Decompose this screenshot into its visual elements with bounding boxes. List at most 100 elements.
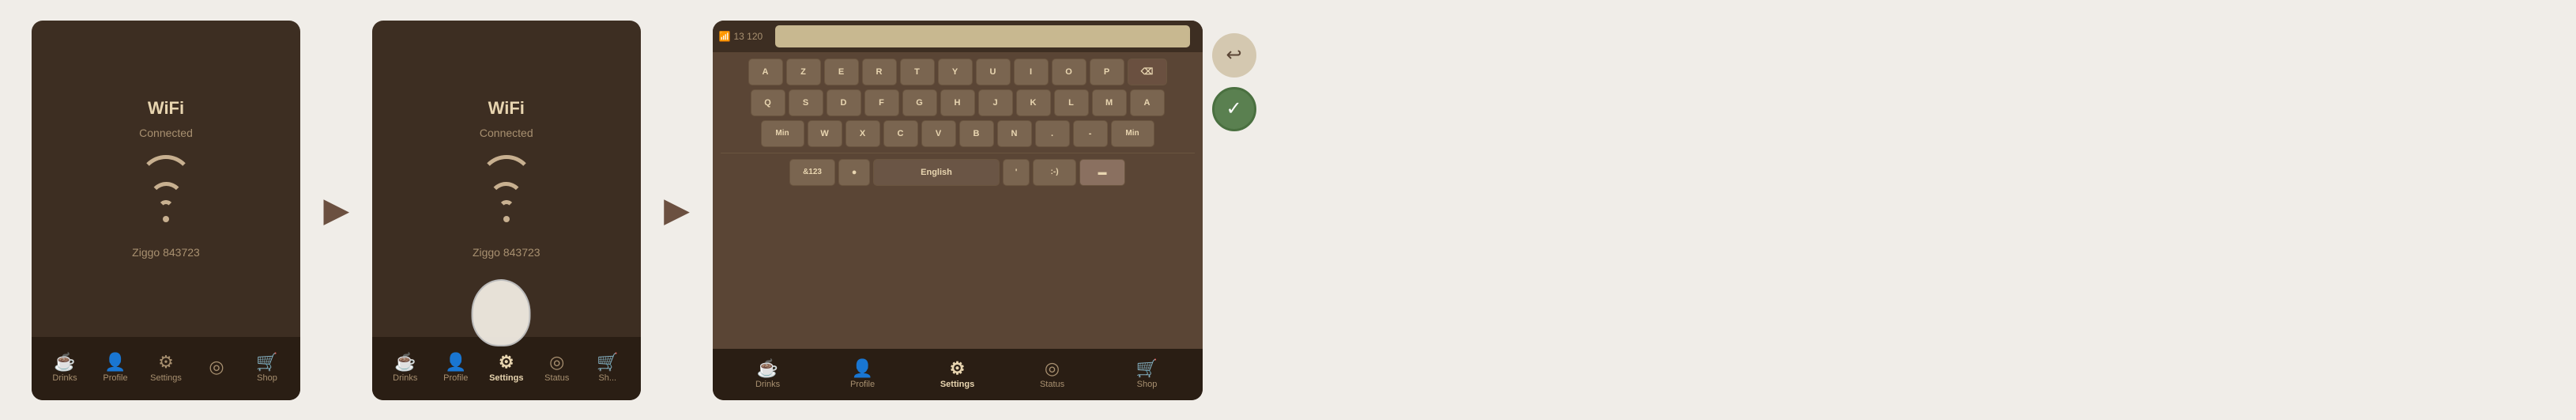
kb-row-2: Q S D F G H J K L M A: [721, 89, 1195, 116]
bottom-nav-3: ☕ Drinks 👤 Profile ⚙ Settings ◎ Status 🛒: [713, 349, 1203, 400]
device-2: WiFi Connected Ziggo 843723 ☕ Drinks 👤 P…: [372, 21, 641, 400]
key-T[interactable]: T: [900, 59, 935, 85]
nav-shop-3[interactable]: 🛒 Shop: [1128, 360, 1167, 389]
key-min-right[interactable]: Min: [1111, 120, 1154, 147]
signal-value: 13 120: [733, 31, 763, 42]
drinks-icon-2: ☕: [394, 354, 416, 371]
settings-label-3: Settings: [940, 380, 974, 389]
kb-row-1: A Z E R T Y U I O P ⌫: [721, 59, 1195, 85]
wifi-signal-display: 📶 13 120: [719, 31, 763, 42]
key-M[interactable]: M: [1092, 89, 1127, 116]
status-label-3: Status: [1040, 380, 1064, 389]
wifi-signal-icon: 📶: [719, 31, 731, 42]
key-L[interactable]: L: [1054, 89, 1089, 116]
key-R[interactable]: R: [862, 59, 897, 85]
key-G[interactable]: G: [902, 89, 937, 116]
wifi-dot: [163, 216, 169, 222]
status-label-2: Status: [544, 373, 569, 383]
key-K[interactable]: K: [1016, 89, 1051, 116]
key-dot[interactable]: .: [1035, 120, 1070, 147]
key-Q[interactable]: Q: [751, 89, 785, 116]
key-C[interactable]: C: [883, 120, 918, 147]
side-buttons: ↩ ✓: [1212, 33, 1256, 131]
nav-shop-2[interactable]: 🛒 Sh...: [588, 354, 627, 383]
wifi-title-2: WiFi: [488, 98, 525, 119]
keyboard-header: 📶 13 120: [713, 21, 1203, 52]
key-min-left[interactable]: Min: [761, 120, 804, 147]
nav-status-2[interactable]: ◎ Status: [537, 354, 577, 383]
nav-profile-1[interactable]: 👤 Profile: [96, 354, 135, 383]
drinks-label-3: Drinks: [755, 380, 780, 389]
key-P[interactable]: P: [1090, 59, 1124, 85]
settings-icon-2: ⚙: [499, 354, 514, 371]
key-F[interactable]: F: [864, 89, 899, 116]
device-1-content: WiFi Connected Ziggo 843723: [32, 21, 300, 337]
key-circle[interactable]: ●: [838, 159, 870, 186]
settings-label-1: Settings: [150, 373, 182, 383]
key-N[interactable]: N: [997, 120, 1032, 147]
back-icon: ↩: [1226, 44, 1241, 66]
shop-label-2: Sh...: [598, 373, 616, 383]
main-scene: WiFi Connected Ziggo 843723 ☕ Drinks 👤 P…: [0, 0, 1288, 420]
wifi-status-2: Connected: [480, 127, 533, 139]
nav-status-3[interactable]: ◎ Status: [1033, 360, 1072, 389]
nav-status-1[interactable]: ◎: [197, 358, 236, 378]
confirm-button[interactable]: ✓: [1212, 87, 1256, 131]
key-J[interactable]: J: [978, 89, 1013, 116]
wifi-arc-small: [158, 200, 174, 216]
wifi-icon-1: [138, 155, 194, 222]
key-S[interactable]: S: [789, 89, 823, 116]
nav-shop-1[interactable]: 🛒 Shop: [247, 354, 287, 383]
device-3-wrapper: 📶 13 120 A Z E R T Y U I O P: [713, 21, 1256, 400]
key-emoji[interactable]: :-): [1033, 159, 1076, 186]
drinks-label-1: Drinks: [52, 373, 77, 383]
key-Z[interactable]: Z: [786, 59, 821, 85]
nav-drinks-3[interactable]: ☕ Drinks: [748, 360, 788, 389]
key-W[interactable]: W: [808, 120, 842, 147]
nav-profile-3[interactable]: 👤 Profile: [843, 360, 883, 389]
settings-icon-3: ⚙: [950, 360, 966, 377]
nav-profile-2[interactable]: 👤 Profile: [436, 354, 476, 383]
key-symbols[interactable]: &123: [789, 159, 835, 186]
key-H[interactable]: H: [940, 89, 975, 116]
profile-icon-3: 👤: [852, 360, 873, 377]
wifi-arc-small-2: [499, 200, 514, 216]
key-A[interactable]: A: [748, 59, 783, 85]
key-dash[interactable]: -: [1073, 120, 1108, 147]
status-icon-3: ◎: [1045, 360, 1060, 377]
key-rect[interactable]: ▬: [1079, 159, 1125, 186]
nav-drinks-1[interactable]: ☕ Drinks: [45, 354, 85, 383]
profile-label-2: Profile: [443, 373, 468, 383]
key-I[interactable]: I: [1014, 59, 1049, 85]
profile-icon-2: 👤: [445, 354, 466, 371]
wifi-icon-2: [479, 155, 534, 222]
nav-settings-3[interactable]: ⚙ Settings: [938, 360, 977, 389]
arrow-1: ▶: [324, 192, 348, 229]
key-B[interactable]: B: [959, 120, 994, 147]
key-V[interactable]: V: [921, 120, 956, 147]
key-apostrophe[interactable]: ': [1003, 159, 1030, 186]
key-Y[interactable]: Y: [938, 59, 973, 85]
key-A2[interactable]: A: [1130, 89, 1165, 116]
wifi-title-1: WiFi: [148, 98, 184, 119]
key-language[interactable]: English: [873, 159, 1000, 186]
profile-icon-1: 👤: [104, 354, 126, 371]
back-button[interactable]: ↩: [1212, 33, 1256, 78]
shop-icon-3: 🛒: [1136, 360, 1158, 377]
key-X[interactable]: X: [845, 120, 880, 147]
keyboard-area: A Z E R T Y U I O P ⌫ Q S D F: [713, 52, 1203, 349]
nav-settings-1[interactable]: ⚙ Settings: [146, 354, 186, 383]
status-icon-2: ◎: [549, 354, 564, 371]
drinks-label-2: Drinks: [393, 373, 417, 383]
key-O[interactable]: O: [1052, 59, 1087, 85]
nav-settings-2[interactable]: ⚙ Settings: [487, 354, 526, 383]
key-E[interactable]: E: [824, 59, 859, 85]
wifi-network-1: Ziggo 843723: [132, 246, 200, 259]
profile-label-1: Profile: [103, 373, 127, 383]
wifi-status-1: Connected: [139, 127, 193, 139]
text-input-field[interactable]: [775, 25, 1189, 47]
key-backspace[interactable]: ⌫: [1128, 59, 1167, 85]
key-U[interactable]: U: [976, 59, 1011, 85]
key-D[interactable]: D: [827, 89, 861, 116]
nav-drinks-2[interactable]: ☕ Drinks: [386, 354, 425, 383]
